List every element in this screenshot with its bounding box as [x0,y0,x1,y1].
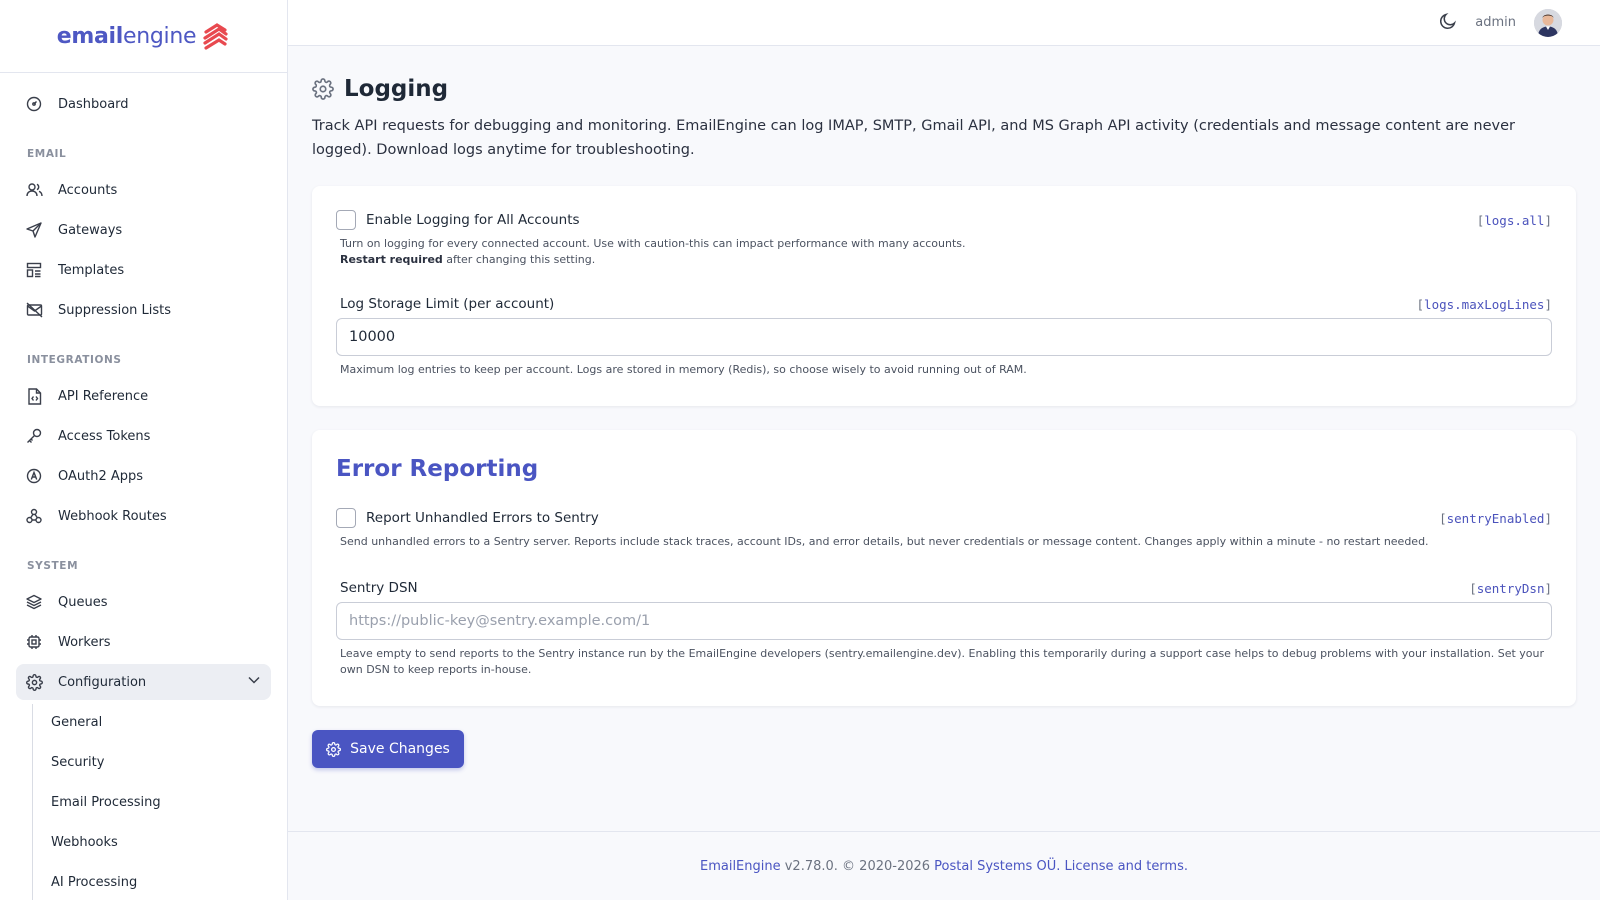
page-title-text: Logging [344,76,449,102]
subnav-item-general[interactable]: General [51,704,271,740]
page-title: Logging [312,74,1576,104]
sidebar-item-workers[interactable]: Workers [16,624,271,660]
mail-off-icon [25,301,43,319]
configuration-subnav: General Security Email Processing Webhoo… [32,704,271,900]
send-icon [25,221,43,239]
sidebar-item-label: Webhook Routes [58,508,167,524]
sidebar-item-accounts[interactable]: Accounts [16,172,271,208]
sidebar-item-suppression-lists[interactable]: Suppression Lists [16,292,271,328]
oauth-icon [25,467,43,485]
log-limit-input[interactable]: 10000 [336,318,1552,356]
sidebar-item-label: Dashboard [58,96,129,112]
save-changes-label: Save Changes [350,741,450,757]
enable-logging-option[interactable]: Enable Logging for All Accounts [336,210,580,230]
dark-mode-toggle[interactable] [1439,12,1457,34]
cpu-icon [25,633,43,651]
chevron-down-icon [247,673,261,691]
sentry-enabled-label: Report Unhandled Errors to Sentry [366,510,599,526]
topbar: admin [288,0,1600,46]
sentry-dsn-key: [sentryDsn] [1469,580,1552,596]
sentry-enabled-checkbox[interactable] [336,508,356,528]
sidebar-item-templates[interactable]: Templates [16,252,271,288]
sidebar-item-webhook-routes[interactable]: Webhook Routes [16,498,271,534]
enable-logging-label: Enable Logging for All Accounts [366,212,580,228]
restart-note: Restart required after changing this set… [340,253,596,266]
sidebar-item-gateways[interactable]: Gateways [16,212,271,248]
sentry-enabled-key: [sentryEnabled] [1439,510,1552,526]
subnav-item-email-processing[interactable]: Email Processing [51,784,271,820]
moon-icon [1440,12,1457,29]
enable-logging-checkbox[interactable] [336,210,356,230]
sidebar: emailengine Dashboard EMAIL Accounts Gat… [0,0,288,900]
sidebar-item-label: Gateways [58,222,123,238]
subnav-item-ai-processing[interactable]: AI Processing [51,864,271,900]
sidebar-item-label: API Reference [58,388,149,404]
gear-icon [312,78,334,100]
layers-icon [25,593,43,611]
brand-name: emailengine [56,23,197,49]
logging-card: Enable Logging for All Accounts [logs.al… [312,186,1576,406]
emailengine-logo-icon [203,23,228,50]
avatar[interactable] [1534,8,1562,37]
footer-product-link[interactable]: EmailEngine [700,859,781,874]
footer-company-link[interactable]: Postal Systems OÜ [934,859,1056,874]
error-reporting-title: Error Reporting [336,456,539,482]
sidebar-item-access-tokens[interactable]: Access Tokens [16,418,271,454]
footer-license-link[interactable]: License and terms [1064,859,1183,874]
user-name[interactable]: admin [1475,15,1516,30]
dashboard-icon [25,95,43,113]
enable-logging-help: Turn on logging for every connected acco… [340,237,966,250]
webhook-icon [25,507,43,525]
sidebar-item-label: Access Tokens [58,428,151,444]
log-limit-help: Maximum log entries to keep per account.… [340,363,1027,376]
logs-all-key: [logs.all] [1476,212,1552,228]
subnav-item-security[interactable]: Security [51,744,271,780]
gear-icon [25,673,43,691]
key-icon [25,427,43,445]
gear-icon [326,741,342,757]
footer: EmailEngine v2.78.0. © 2020-2026 Postal … [288,831,1600,900]
sidebar-item-label: Configuration [58,674,147,690]
sidebar-item-label: Suppression Lists [58,302,172,318]
log-limit-label: Log Storage Limit (per account) [340,296,555,312]
template-icon [25,261,43,279]
page-description: Track API requests for debugging and mon… [312,118,1515,158]
footer-separator: . [1056,858,1065,874]
sidebar-item-label: Workers [58,634,111,650]
sidebar-nav: Dashboard EMAIL Accounts Gateways Templa… [0,73,287,900]
sentry-enabled-option[interactable]: Report Unhandled Errors to Sentry [336,508,599,528]
sidebar-item-label: Accounts [58,182,118,198]
sentry-dsn-help: Leave empty to send reports to the Sentr… [340,647,1545,676]
users-icon [25,181,43,199]
sidebar-item-api-reference[interactable]: API Reference [16,378,271,414]
footer-end: . [1183,858,1189,874]
save-changes-button[interactable]: Save Changes [312,730,464,768]
max-log-lines-key: [logs.maxLogLines] [1416,296,1552,312]
sidebar-section-integrations: INTEGRATIONS [27,354,122,366]
footer-version: v2.78.0. © 2020-2026 [780,858,935,874]
sidebar-item-label: OAuth2 Apps [58,468,144,484]
sidebar-item-configuration[interactable]: Configuration [16,664,271,700]
sidebar-item-label: Templates [58,262,125,278]
error-reporting-card: Error Reporting Report Unhandled Errors … [312,430,1576,706]
sentry-dsn-input[interactable]: https://public-key@sentry.example.com/1 [336,602,1552,640]
main-content: Logging Track API requests for debugging… [288,46,1600,832]
sidebar-item-label: Queues [58,594,108,610]
sentry-dsn-label: Sentry DSN [340,580,418,596]
sidebar-section-email: EMAIL [27,148,67,160]
subnav-item-webhooks[interactable]: Webhooks [51,824,271,860]
sidebar-item-dashboard[interactable]: Dashboard [16,86,271,122]
sidebar-item-queues[interactable]: Queues [16,584,271,620]
file-code-icon [25,387,43,405]
sentry-enabled-help: Send unhandled errors to a Sentry server… [340,535,1429,548]
sidebar-item-oauth2-apps[interactable]: OAuth2 Apps [16,458,271,494]
sidebar-section-system: SYSTEM [27,560,79,572]
brand-logo[interactable]: emailengine [0,0,287,73]
